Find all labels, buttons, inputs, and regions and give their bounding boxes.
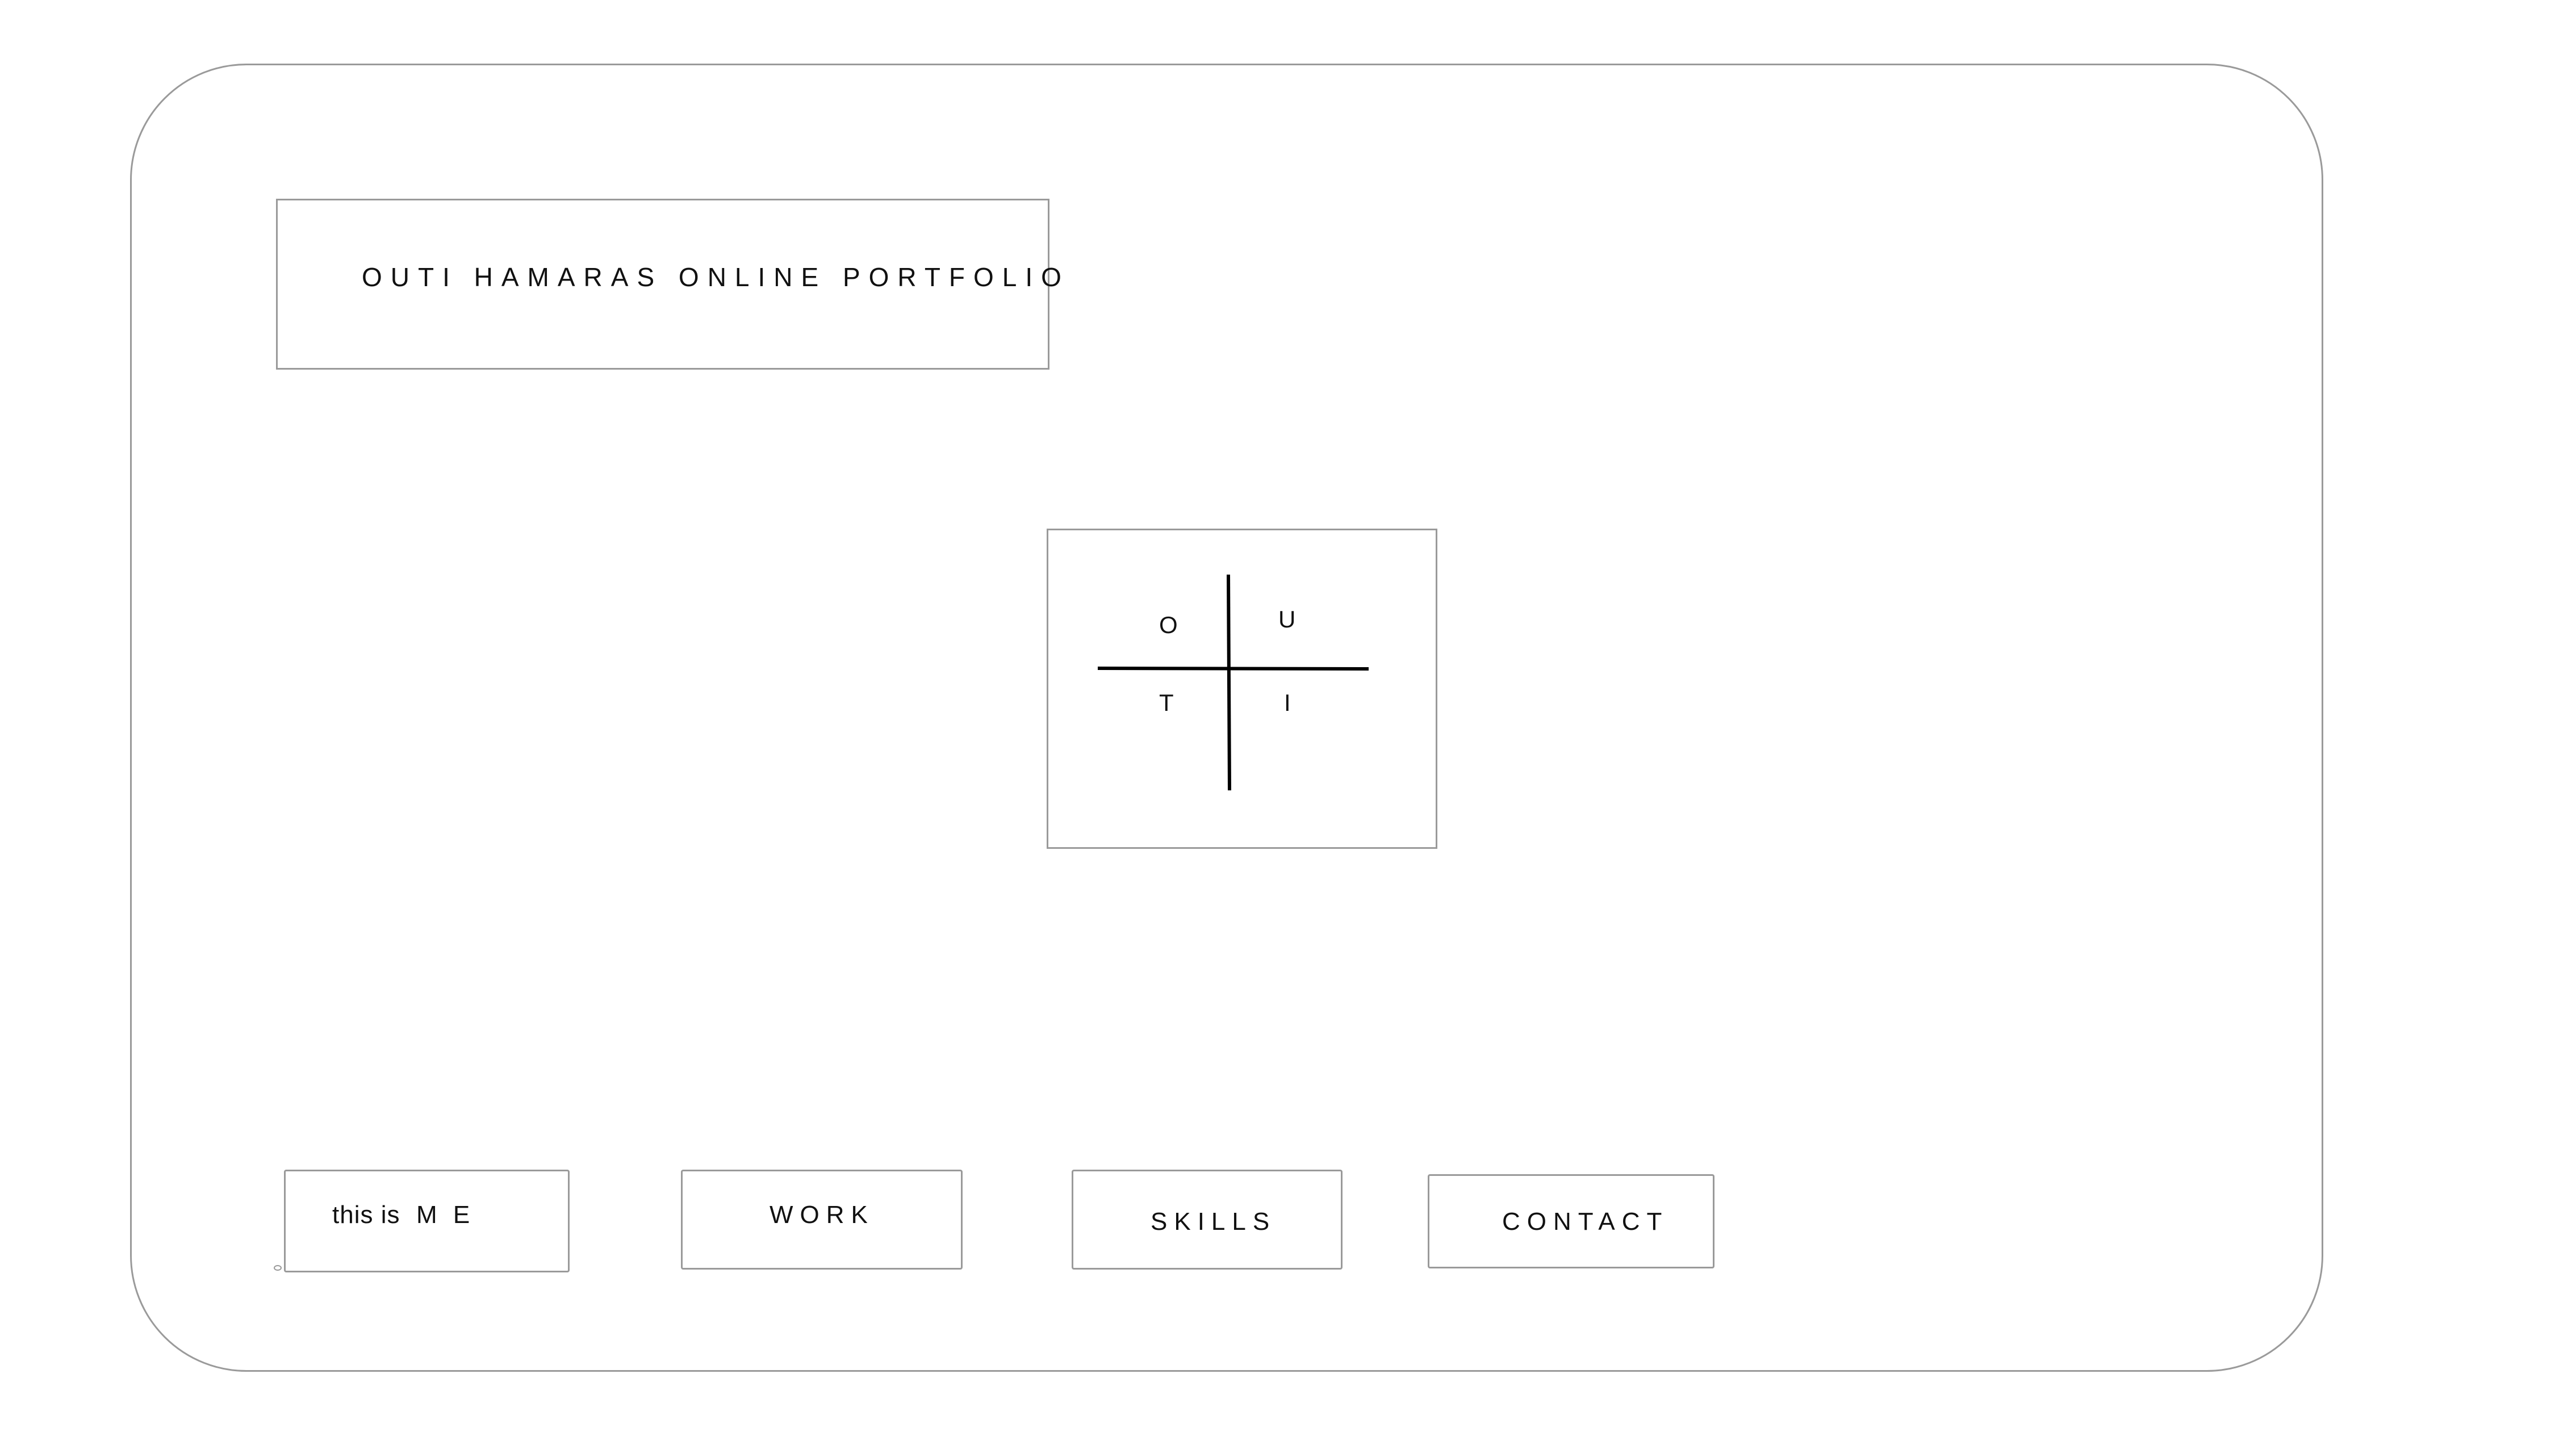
- logo-vertical-line: [1227, 574, 1231, 791]
- logo-letter-u: U: [1278, 606, 1296, 633]
- work-button-label: WORK: [770, 1201, 875, 1229]
- skills-button[interactable]: SKILLS: [1072, 1170, 1343, 1270]
- me-button[interactable]: this is M E: [284, 1170, 570, 1272]
- logo-horizontal-line: [1097, 667, 1369, 671]
- logo-cross-lines: [1097, 574, 1369, 791]
- contact-button[interactable]: CONTACT: [1428, 1174, 1714, 1268]
- logo-letter-t: T: [1159, 689, 1174, 716]
- logo: O U T I: [1047, 529, 1437, 849]
- small-oval-mark: [274, 1265, 282, 1271]
- me-button-label: M E: [416, 1201, 475, 1229]
- work-button[interactable]: WORK: [681, 1170, 963, 1270]
- logo-letter-o: O: [1159, 612, 1178, 638]
- logo-letter-i: I: [1284, 689, 1291, 716]
- me-button-prefix: this is: [332, 1201, 400, 1229]
- site-title-box: OUTI HAMARAS ONLINE PORTFOLIO: [276, 199, 1061, 370]
- skills-button-label: SKILLS: [1151, 1208, 1277, 1236]
- contact-button-label: CONTACT: [1502, 1208, 1669, 1236]
- site-title: OUTI HAMARAS ONLINE PORTFOLIO: [362, 262, 1070, 292]
